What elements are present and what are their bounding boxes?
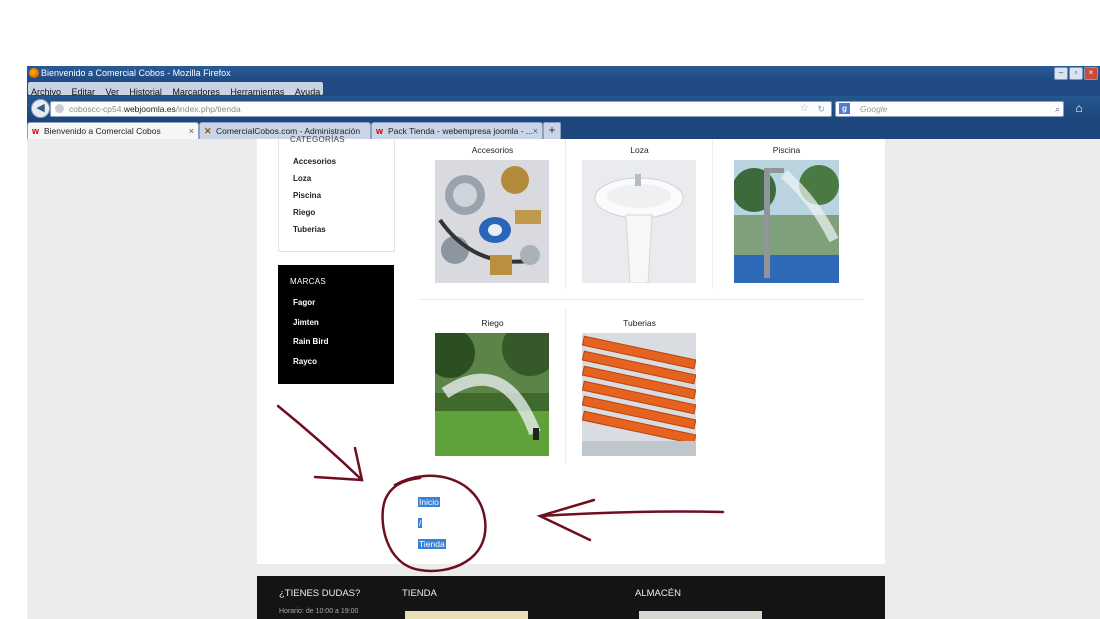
minimize-button[interactable]: – [1054,67,1068,80]
brands-title: MARCAS [290,277,327,286]
product-title[interactable]: Accesorios [435,145,550,155]
breadcrumb-home-link[interactable]: Inicio [418,497,440,507]
tab-label: Pack Tienda - webempresa joomla - ... [388,126,534,136]
joomla-favicon-icon: ✕ [204,126,212,136]
address-url[interactable]: coboscc-cp54.webjoomla.es/index.php/tien… [69,102,241,116]
breadcrumb-current: Tienda [418,539,446,549]
categories-title: CATEGORÍAS [290,135,345,144]
loza-image[interactable] [582,160,696,283]
tuberias-image[interactable] [582,333,696,456]
category-link[interactable]: Piscina [293,191,321,200]
grid-divider [565,139,566,289]
tab-pack-tienda[interactable]: w Pack Tienda - webempresa joomla - ... … [371,122,543,140]
tab-bar: w Bienvenido a Comercial Cobos × ✕ Comer… [27,120,1100,140]
riego-image[interactable] [435,333,549,456]
back-button[interactable]: ◀ [31,99,50,118]
tab-administracion[interactable]: ✕ ComercialCobos.com - Administración [199,122,371,140]
breadcrumb-separator: / [418,518,423,528]
search-placeholder: Google [860,104,888,114]
product-title[interactable]: Tuberias [582,318,697,328]
category-link[interactable]: Accesorios [293,157,336,166]
footer-hours: Horario: de 10:00 a 19:00 [279,608,359,615]
site-identity-icon[interactable] [55,104,64,113]
close-window-button[interactable]: × [1084,67,1098,80]
product-title[interactable]: Loza [582,145,697,155]
tab-label: Bienvenido a Comercial Cobos [44,126,161,136]
reload-icon[interactable]: ↻ [817,102,825,116]
almacen-map-image[interactable] [639,611,762,619]
grid-divider [419,299,863,300]
firefox-logo-icon [29,68,39,78]
footer: ¿TIENES DUDAS? Horario: de 10:00 a 19:00… [257,576,885,619]
url-domain: webjoomla.es [123,104,176,114]
categories-panel: CATEGORÍAS Accesorios Loza Piscina Riego… [278,135,395,252]
google-engine-icon[interactable]: g [839,103,850,114]
page-viewport: CATEGORÍAS Accesorios Loza Piscina Riego… [27,135,1100,619]
product-title[interactable]: Piscina [729,145,844,155]
grid-divider [565,309,566,464]
webempresa-favicon-icon: w [376,126,384,136]
url-path: /index.php/tienda [175,104,241,114]
tab-bienvenido[interactable]: w Bienvenido a Comercial Cobos × [27,122,199,140]
brand-link[interactable]: Fagor [293,298,315,307]
category-link[interactable]: Loza [293,174,311,183]
page-content: CATEGORÍAS Accesorios Loza Piscina Riego… [257,135,885,564]
address-bar[interactable]: coboscc-cp54.webjoomla.es/index.php/tien… [50,101,832,117]
brand-link[interactable]: Rain Bird [293,337,329,346]
close-tab-icon[interactable]: × [533,123,538,139]
back-arrow-icon: ◀ [36,102,45,114]
url-prefix: coboscc-cp54. [69,104,124,114]
webempresa-favicon-icon: w [32,126,40,136]
maximize-button[interactable]: ▫ [1069,67,1083,80]
accesorios-image[interactable] [435,160,549,283]
navigation-bar: ◀ coboscc-cp54.webjoomla.es/index.php/ti… [27,96,1100,120]
category-link[interactable]: Tuberias [293,225,326,234]
firefox-window: Bienvenido a Comercial Cobos - Mozilla F… [27,66,1100,619]
piscina-image[interactable] [734,160,839,283]
brand-link[interactable]: Jimten [293,318,319,327]
footer-dudas-title: ¿TIENES DUDAS? [279,588,361,599]
menu-bar: Archivo Editar Ver Historial Marcadores … [27,81,1100,97]
close-tab-icon[interactable]: × [189,123,194,139]
brand-link[interactable]: Rayco [293,357,317,366]
search-icon[interactable]: ⌕ [1055,102,1060,116]
brands-panel: MARCAS Fagor Jimten Rain Bird Rayco [278,265,394,384]
title-bar: Bienvenido a Comercial Cobos - Mozilla F… [27,66,1100,81]
footer-tienda-title: TIENDA [402,588,437,599]
new-tab-button[interactable]: + [543,122,561,140]
home-icon[interactable]: ⌂ [1072,101,1086,115]
window-title: Bienvenido a Comercial Cobos - Mozilla F… [41,68,231,78]
footer-almacen-title: ALMACÉN [635,588,681,599]
category-link[interactable]: Riego [293,208,315,217]
grid-divider [712,139,713,289]
product-title[interactable]: Riego [435,318,550,328]
bookmark-star-icon[interactable]: ☆ [800,102,809,116]
search-bar[interactable]: g Google ⌕ [835,101,1064,117]
tienda-map-image[interactable] [405,611,528,619]
